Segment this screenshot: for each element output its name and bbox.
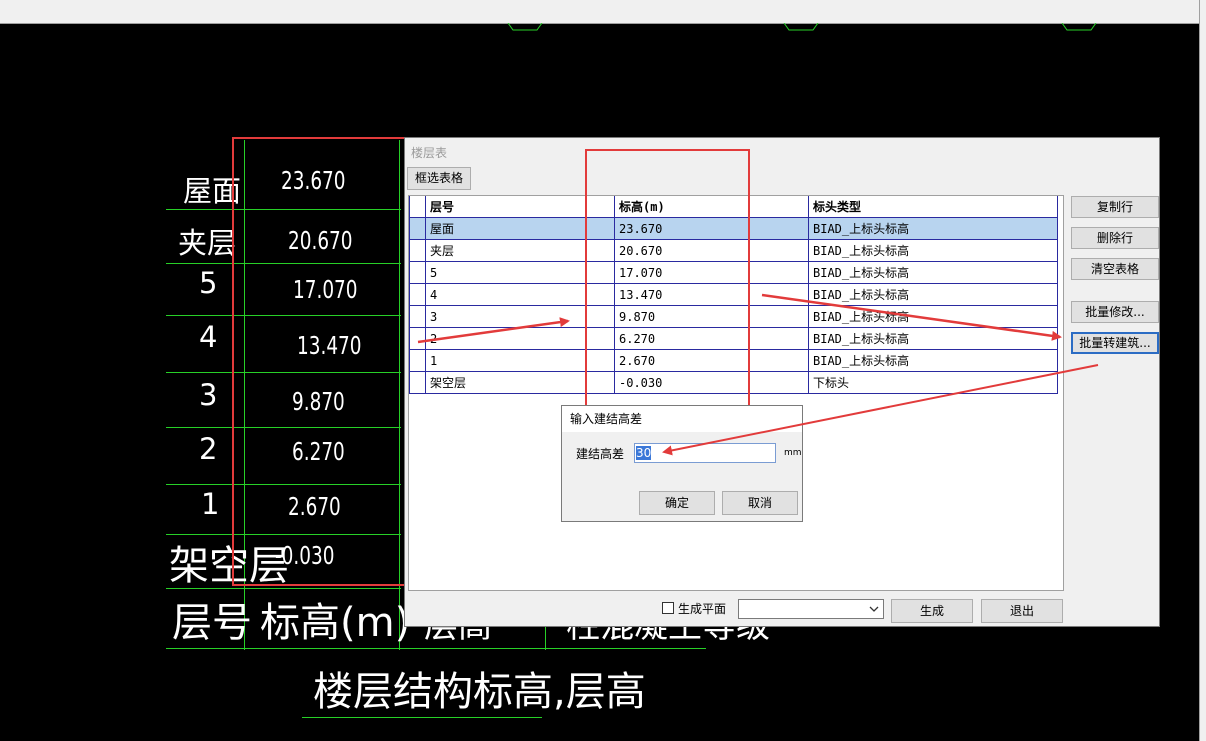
column-header[interactable]: 标头类型 bbox=[808, 196, 1058, 218]
cad-floor-label: 1 bbox=[201, 487, 220, 521]
cad-caption: 楼层结构标高,层高 bbox=[313, 669, 646, 715]
cad-header-elevation: 标高(m) bbox=[260, 600, 411, 646]
elevation-diff-label: 建结高差 bbox=[576, 447, 625, 461]
exit-button[interactable]: 退出 bbox=[981, 599, 1063, 623]
unit-label: mm bbox=[784, 448, 802, 458]
elevation-diff-value: 30 bbox=[636, 446, 652, 460]
generate-plan-checkbox[interactable] bbox=[662, 602, 674, 614]
row-header[interactable] bbox=[409, 217, 426, 240]
table-cell[interactable]: BIAD_上标头标高 bbox=[808, 261, 1058, 284]
delete-row-button[interactable]: 删除行 bbox=[1071, 227, 1159, 249]
clear-table-button[interactable]: 清空表格 bbox=[1071, 258, 1159, 280]
cad-markers bbox=[507, 23, 1097, 31]
row-header[interactable] bbox=[409, 305, 426, 328]
table-cell[interactable]: BIAD_上标头标高 bbox=[808, 217, 1058, 240]
elevation-highlight-box bbox=[585, 149, 750, 409]
row-header[interactable] bbox=[409, 327, 426, 350]
cad-floor-label: 5 bbox=[199, 266, 218, 300]
cad-grid-line bbox=[166, 648, 706, 649]
table-cell[interactable]: BIAD_上标头标高 bbox=[808, 305, 1058, 328]
row-header[interactable] bbox=[409, 239, 426, 262]
select-table-button[interactable]: 框选表格 bbox=[407, 167, 471, 190]
cad-grid-line bbox=[302, 717, 542, 718]
table-cell[interactable]: BIAD_上标头标高 bbox=[808, 349, 1058, 372]
table-cell[interactable]: 下标头 bbox=[808, 371, 1058, 394]
chevron-down-icon bbox=[869, 606, 879, 612]
elevation-diff-dialog: 输入建结高差 建结高差 30 mm 确定 取消 bbox=[561, 405, 803, 522]
copy-row-button[interactable]: 复制行 bbox=[1071, 196, 1159, 218]
table-cell[interactable]: BIAD_上标头标高 bbox=[808, 239, 1058, 262]
elevation-diff-input[interactable]: 30 bbox=[634, 443, 776, 463]
row-header[interactable] bbox=[409, 283, 426, 306]
subdialog-title: 输入建结高差 bbox=[562, 406, 802, 432]
cad-floor-label: 4 bbox=[199, 320, 218, 354]
batch-convert-architecture-button[interactable]: 批量转建筑... bbox=[1071, 332, 1159, 354]
row-header[interactable] bbox=[409, 349, 426, 372]
top-toolbar-strip bbox=[0, 0, 1206, 24]
cad-floor-label: 夹层 bbox=[178, 226, 237, 260]
cad-header-floor: 层号 bbox=[172, 600, 252, 646]
batch-modify-button[interactable]: 批量修改... bbox=[1071, 301, 1159, 323]
row-header[interactable] bbox=[409, 196, 426, 218]
right-scroll-strip[interactable] bbox=[1199, 0, 1206, 741]
cad-floor-label: 2 bbox=[199, 432, 218, 466]
cad-highlight-box bbox=[232, 137, 406, 586]
table-cell[interactable]: BIAD_上标头标高 bbox=[808, 327, 1058, 350]
generate-plan-label: 生成平面 bbox=[678, 602, 727, 616]
ok-button[interactable]: 确定 bbox=[639, 491, 715, 515]
cad-floor-label: 3 bbox=[199, 378, 218, 412]
cancel-button[interactable]: 取消 bbox=[722, 491, 798, 515]
floor-table-dialog: 楼层表 框选表格 层号 标高(m) 标头类型 屋面 23.670 BIAD_上标… bbox=[404, 137, 1160, 627]
dialog-title: 楼层表 bbox=[411, 146, 448, 160]
row-header[interactable] bbox=[409, 371, 426, 394]
generate-button[interactable]: 生成 bbox=[891, 599, 973, 623]
row-header[interactable] bbox=[409, 261, 426, 284]
plan-dropdown[interactable] bbox=[738, 599, 884, 619]
table-cell[interactable]: BIAD_上标头标高 bbox=[808, 283, 1058, 306]
